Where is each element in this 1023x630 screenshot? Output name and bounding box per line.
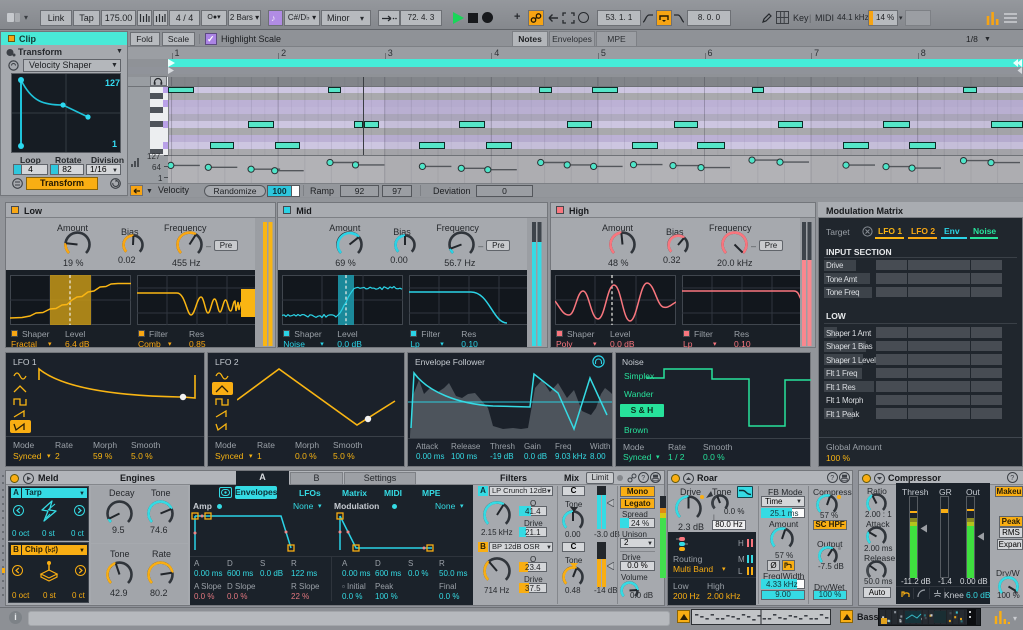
svg-text:?: ? [1010, 475, 1014, 482]
svg-text:?: ? [830, 475, 834, 482]
svg-text:1: 1 [112, 139, 117, 149]
svg-text:127: 127 [105, 78, 120, 88]
svg-text:?: ? [641, 475, 645, 482]
